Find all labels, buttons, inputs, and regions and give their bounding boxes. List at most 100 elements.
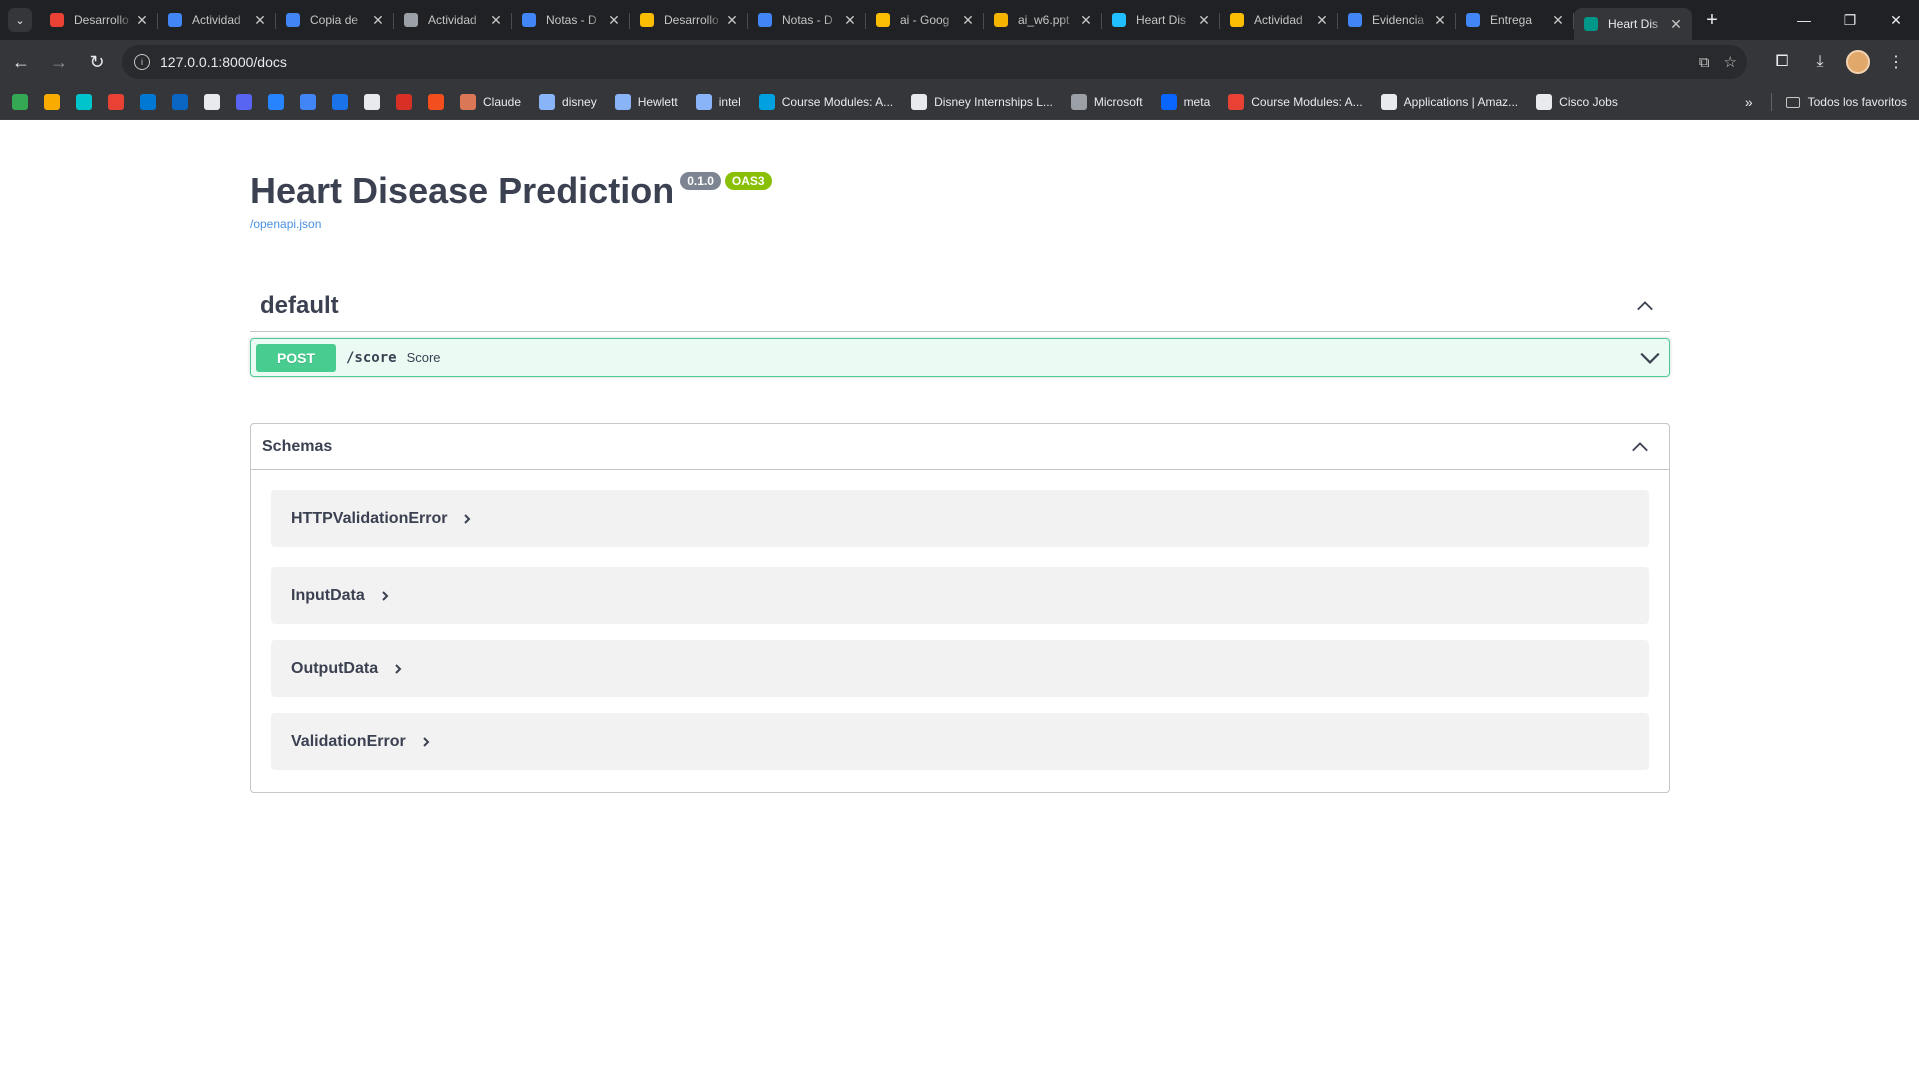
browser-tab[interactable]: Notas - D ✕	[512, 4, 630, 36]
new-tab-button[interactable]: +	[1698, 6, 1726, 34]
bookmark-item[interactable]: Applications | Amaz...	[1380, 93, 1518, 110]
figma-icon[interactable]	[428, 93, 444, 110]
chevron-right-icon[interactable]	[461, 513, 473, 525]
chevron-up-icon[interactable]	[1636, 297, 1654, 315]
discord-icon[interactable]	[236, 93, 252, 110]
schema-item[interactable]: OutputData	[271, 640, 1649, 697]
menu-icon[interactable]: ⋮	[1881, 47, 1911, 77]
browser-tab[interactable]: Copia de ✕	[276, 4, 394, 36]
bookmark-item[interactable]: disney	[539, 93, 597, 110]
tab-close-icon[interactable]: ✕	[488, 12, 504, 28]
github-icon[interactable]	[204, 93, 220, 110]
operation-summary[interactable]: Score	[407, 350, 1639, 365]
address-bar[interactable]: i 127.0.0.1:8000/docs ⧉ ☆	[122, 45, 1747, 79]
tab-close-icon[interactable]: ✕	[1550, 12, 1566, 28]
jira-icon[interactable]	[268, 93, 284, 110]
tab-close-icon[interactable]: ✕	[960, 12, 976, 28]
bookmark-item[interactable]: Course Modules: A...	[1228, 93, 1363, 110]
tab-title: Notas - D	[782, 13, 833, 27]
tab-close-icon[interactable]: ✕	[1314, 12, 1330, 28]
tab-close-icon[interactable]: ✕	[252, 12, 268, 28]
drive-icon[interactable]	[12, 93, 28, 110]
url-text[interactable]: 127.0.0.1:8000/docs	[160, 54, 287, 70]
browser-tab[interactable]: ai_w6.ppt ✕	[984, 4, 1102, 36]
bookmarks-divider	[1770, 93, 1772, 111]
linkedin-icon[interactable]	[172, 93, 188, 110]
operation-post-score[interactable]: POST /score Score	[250, 338, 1670, 377]
bookmark-item[interactable]: Cisco Jobs	[1536, 93, 1618, 110]
bookmark-item[interactable]: meta	[1160, 93, 1210, 110]
bookmark-item[interactable]: Disney Internships L...	[911, 93, 1053, 110]
browser-tab[interactable]: Desarrollo ✕	[40, 4, 158, 36]
bookmark-item[interactable]: Microsoft	[1070, 93, 1143, 110]
tab-title: Actividad	[1254, 13, 1303, 27]
schema-name[interactable]: HTTPValidationError	[291, 510, 447, 528]
bookmark-label: intel	[718, 94, 741, 109]
schema-item[interactable]: InputData	[271, 567, 1649, 624]
minimize-button[interactable]: —	[1781, 0, 1827, 40]
tab-close-icon[interactable]: ✕	[370, 12, 386, 28]
disney-icon[interactable]	[364, 93, 380, 110]
tab-close-icon[interactable]: ✕	[1196, 12, 1212, 28]
schema-name[interactable]: ValidationError	[291, 733, 406, 751]
bookmark-star-icon[interactable]: ☆	[1724, 53, 1737, 71]
bookmark-item[interactable]: Hewlett	[614, 93, 678, 110]
tab-close-icon[interactable]: ✕	[606, 12, 622, 28]
chevron-right-icon[interactable]	[420, 736, 432, 748]
chart-icon[interactable]	[44, 93, 60, 110]
restore-button[interactable]: ❐	[1827, 0, 1873, 40]
translate-icon[interactable]: ⧉	[1699, 54, 1710, 71]
browser-tab[interactable]: Actividad ✕	[158, 4, 276, 36]
browser-tab[interactable]: Heart Dis ✕	[1102, 4, 1220, 36]
canvas-icon[interactable]	[108, 93, 124, 110]
avatar[interactable]	[1843, 47, 1873, 77]
chevron-up-icon[interactable]	[1631, 438, 1649, 456]
browser-tab[interactable]: Evidencia ✕	[1338, 4, 1456, 36]
openapi-json-link[interactable]: /openapi.json	[250, 217, 321, 231]
all-bookmarks-button[interactable]: Todos los favoritos	[1808, 95, 1907, 109]
forward-button[interactable]: →	[42, 45, 76, 79]
browser-tab[interactable]: Heart Dis ✕	[1574, 8, 1692, 40]
schema-item[interactable]: ValidationError	[271, 713, 1649, 770]
back-button[interactable]: ←	[4, 45, 38, 79]
extensions-icon[interactable]: ⧠	[1767, 47, 1797, 77]
translate-icon[interactable]	[300, 93, 316, 110]
browser-tab[interactable]: Entrega ✕	[1456, 4, 1574, 36]
gallery-icon[interactable]	[396, 93, 412, 110]
bookmarks-overflow-icon[interactable]: »	[1745, 94, 1753, 110]
tab-close-icon[interactable]: ✕	[1078, 12, 1094, 28]
reload-button[interactable]: ↻	[80, 45, 114, 79]
schema-item[interactable]: HTTPValidationError	[271, 490, 1649, 547]
schemas-header[interactable]: Schemas	[251, 424, 1669, 470]
version-badge: 0.1.0	[680, 172, 721, 190]
site-info-icon[interactable]: i	[134, 54, 150, 70]
bookmark-item[interactable]: Course Modules: A...	[758, 93, 893, 110]
outlook-icon[interactable]	[140, 93, 156, 110]
tab-close-icon[interactable]: ✕	[1668, 16, 1684, 32]
app-icon[interactable]	[332, 93, 348, 110]
tag-header[interactable]: default	[250, 280, 1670, 332]
bookmark-item[interactable]: Claude	[460, 93, 521, 110]
browser-tab[interactable]: ai - Goog ✕	[866, 4, 984, 36]
tab-close-icon[interactable]: ✕	[1432, 12, 1448, 28]
bookmark-label: Cisco Jobs	[1559, 94, 1618, 109]
tab-close-icon[interactable]: ✕	[134, 12, 150, 28]
tab-close-icon[interactable]: ✕	[842, 12, 858, 28]
tab-close-icon[interactable]: ✕	[724, 12, 740, 28]
tab-search-button[interactable]: ⌄	[8, 8, 32, 32]
schema-name[interactable]: OutputData	[291, 660, 378, 678]
browser-tab[interactable]: Actividad ✕	[394, 4, 512, 36]
browser-tab[interactable]: Actividad ✕	[1220, 4, 1338, 36]
bookmark-item[interactable]: intel	[695, 93, 741, 110]
canva-icon[interactable]	[76, 93, 92, 110]
download-icon[interactable]: ⤓	[1805, 47, 1835, 77]
browser-tab[interactable]: Notas - D ✕	[748, 4, 866, 36]
browser-tab[interactable]: Desarrollo ✕	[630, 4, 748, 36]
close-window-button[interactable]: ✕	[1873, 0, 1919, 40]
schema-name[interactable]: InputData	[291, 587, 365, 605]
chevron-right-icon[interactable]	[392, 663, 404, 675]
chevron-right-icon[interactable]	[379, 590, 391, 602]
operation-path[interactable]: /score	[346, 350, 397, 366]
method-badge[interactable]: POST	[256, 343, 336, 372]
chevron-down-icon[interactable]	[1639, 347, 1661, 369]
